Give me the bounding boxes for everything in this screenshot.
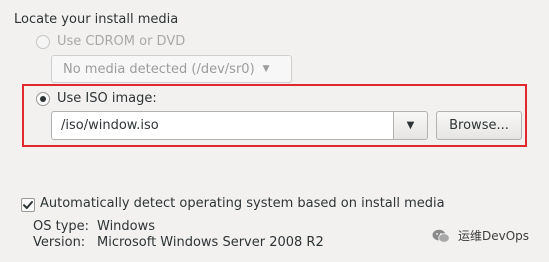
browse-button-label: Browse... (449, 118, 509, 133)
iso-radio[interactable] (36, 92, 50, 106)
cdrom-radio[interactable] (36, 35, 50, 49)
autodetect-label: Automatically detect operating system ba… (40, 196, 445, 211)
iso-history-dropdown-button[interactable]: ▼ (393, 111, 428, 140)
section-title: Locate your install media (14, 12, 179, 27)
browse-button[interactable]: Browse... (436, 111, 522, 140)
watermark-text: 运维DevOps (458, 229, 530, 243)
wechat-icon (432, 229, 450, 243)
cdrom-label: Use CDROM or DVD (57, 34, 186, 49)
chevron-down-icon: ▼ (406, 120, 415, 131)
watermark: 运维DevOps (432, 227, 529, 244)
cdrom-media-value: No media detected (/dev/sr0) (63, 61, 255, 77)
iso-path-input[interactable]: /iso/window.iso (51, 111, 394, 140)
autodetect-checkbox[interactable] (21, 198, 35, 212)
cdrom-media-combo[interactable]: No media detected (/dev/sr0) ▼ (51, 55, 292, 83)
iso-path-value: /iso/window.iso (61, 118, 159, 133)
os-type-label: OS type: (33, 219, 90, 234)
chevron-down-icon: ▼ (262, 64, 270, 74)
os-type-value: Windows (97, 219, 156, 234)
os-version-label: Version: (33, 235, 86, 250)
iso-label: Use ISO image: (57, 91, 157, 106)
os-version-value: Microsoft Windows Server 2008 R2 (97, 235, 324, 250)
checkmark-icon (23, 201, 33, 209)
